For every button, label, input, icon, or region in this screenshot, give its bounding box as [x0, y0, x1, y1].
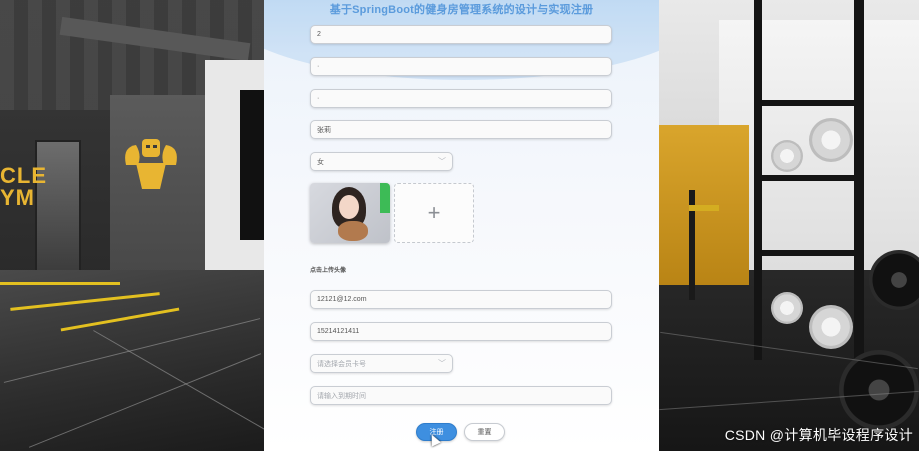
avatar-preview[interactable] [310, 183, 390, 243]
photo-dog [338, 221, 368, 241]
weight-plate [771, 140, 803, 172]
member-card-placeholder: 请选择会员卡号 [317, 360, 366, 368]
background-scene-left: CLE YM [0, 0, 264, 451]
weight-plate [809, 305, 853, 349]
email-input[interactable]: 12121@12.com [310, 290, 612, 309]
gender-select-value: 女 [317, 158, 324, 166]
rack-shelf [754, 175, 864, 181]
account-input[interactable]: 2 [310, 25, 612, 44]
avatar-upload-button[interactable]: + [394, 183, 474, 243]
photo-background [380, 183, 390, 213]
plus-icon: + [427, 200, 441, 225]
weight-plate [771, 292, 803, 324]
gender-select[interactable]: 女 ﹀ [310, 152, 453, 171]
gym-wall-sign: CLE YM [0, 163, 47, 210]
equipment-handle [689, 205, 719, 211]
member-card-select[interactable]: 请选择会员卡号 ﹀ [310, 354, 453, 373]
expiry-time-input[interactable]: 请输入到期时间 [310, 386, 612, 405]
confirm-password-input[interactable]: · [310, 89, 612, 108]
floor-stripe [0, 282, 120, 285]
phone-input[interactable]: 15214121411 [310, 322, 612, 341]
background-scene-right: CSDN @计算机毕设程序设计 [659, 0, 919, 451]
chevron-down-icon: ﹀ [438, 157, 446, 166]
weight-plate [809, 118, 853, 162]
name-input[interactable]: 张莉 [310, 120, 612, 139]
watermark: CSDN @计算机毕设程序设计 [724, 427, 913, 443]
page-title: 基于SpringBoot的健身房管理系统的设计与实现注册 [329, 4, 594, 16]
rack-shelf [754, 250, 864, 256]
password-input[interactable]: · [310, 57, 612, 76]
photo-face [339, 195, 359, 219]
wall-poster [240, 90, 264, 240]
reset-button[interactable]: 重置 [464, 423, 505, 441]
muscle-logo-icon [125, 139, 177, 189]
black-weight-plate [869, 250, 919, 310]
avatar-upload-label: 点击上传头像 [310, 268, 347, 274]
chevron-down-icon: ﹀ [438, 359, 446, 368]
rack-shelf [754, 100, 864, 106]
registration-panel: 基于SpringBoot的健身房管理系统的设计与实现注册 2 · · 张莉 女 … [264, 0, 659, 451]
